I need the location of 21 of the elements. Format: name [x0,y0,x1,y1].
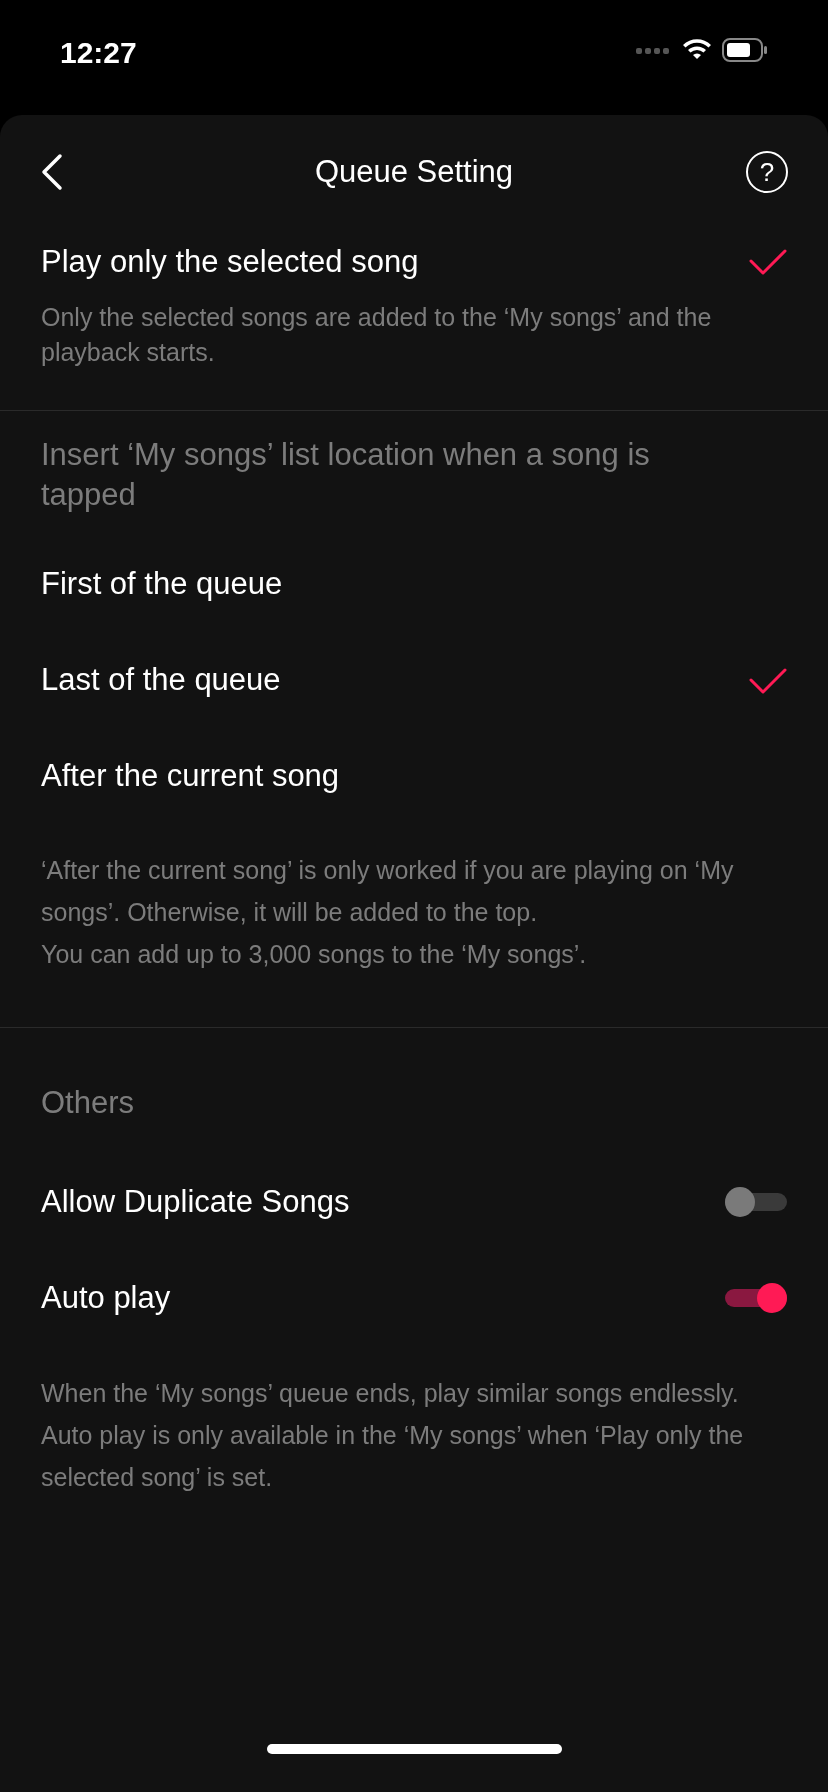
note-text: ‘After the current song’ is only worked if you are playing on ‘My songs’. Otherwise, it will be added to the top. [41,854,735,928]
battery-icon [722,38,768,62]
section-heading: Insert ‘My songs’ list location when a song is tapped [41,435,651,514]
note-text: You can add up to 3,000 songs to the ‘My songs’. [41,938,588,970]
wifi-icon [682,39,712,61]
screen-title: Queue Setting [314,152,514,191]
toggle-switch[interactable] [725,1283,787,1313]
setting-label: Allow Duplicate Songs [41,1182,350,1221]
option-label[interactable]: Play only the selected song [41,239,419,286]
status-time: 12:27 [60,35,137,71]
option-label[interactable]: After the current song [41,753,340,800]
note-text: Auto play is only available in the ‘My songs’ when ‘Play only the selected song’ is set. [41,1420,745,1493]
option-description: Only the selected songs are added to the ‘My songs’ and the playback starts. [41,301,713,368]
toggle-switch[interactable] [725,1187,787,1217]
section-heading: Others [41,1083,136,1122]
option-label[interactable]: First of the queue [41,561,283,608]
signal-icon [636,45,672,55]
option-label[interactable]: Last of the queue [41,657,281,704]
help-button[interactable]: ? [746,151,788,193]
note-text: When the ‘My songs’ queue ends, play similar songs endlessly. [41,1378,740,1409]
setting-label: Auto play [41,1278,171,1317]
